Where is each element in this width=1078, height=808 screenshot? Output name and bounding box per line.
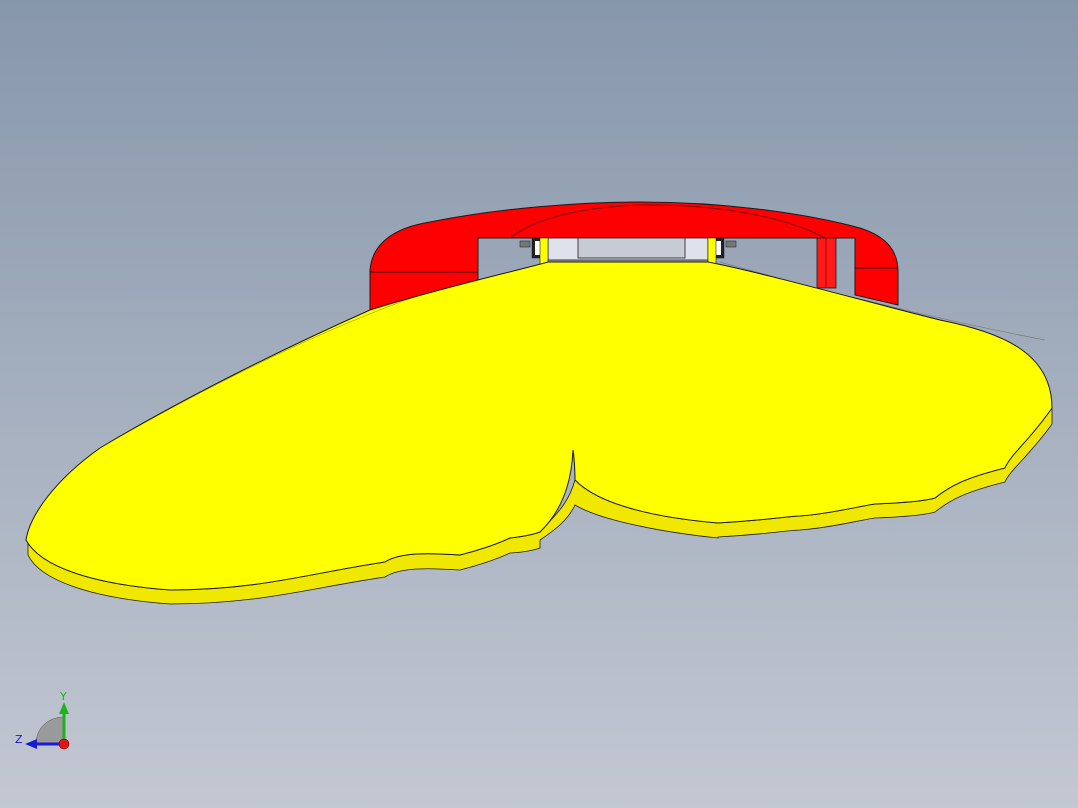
coordinate-triad: Y Z [15, 690, 70, 750]
right-collar [725, 240, 737, 248]
triad-z-label: Z [15, 733, 23, 746]
triad-view-arc [35, 716, 65, 745]
yellow-base-part[interactable] [25, 261, 1053, 605]
triad-x-dot [58, 738, 70, 750]
triad-y-arrowhead [59, 702, 69, 714]
3d-viewport[interactable]: Y Z [0, 0, 1078, 808]
left-collar [519, 240, 531, 248]
motor-core [577, 237, 686, 259]
triad-z-arrowhead [25, 739, 37, 749]
triad-y-label: Y [59, 690, 67, 703]
